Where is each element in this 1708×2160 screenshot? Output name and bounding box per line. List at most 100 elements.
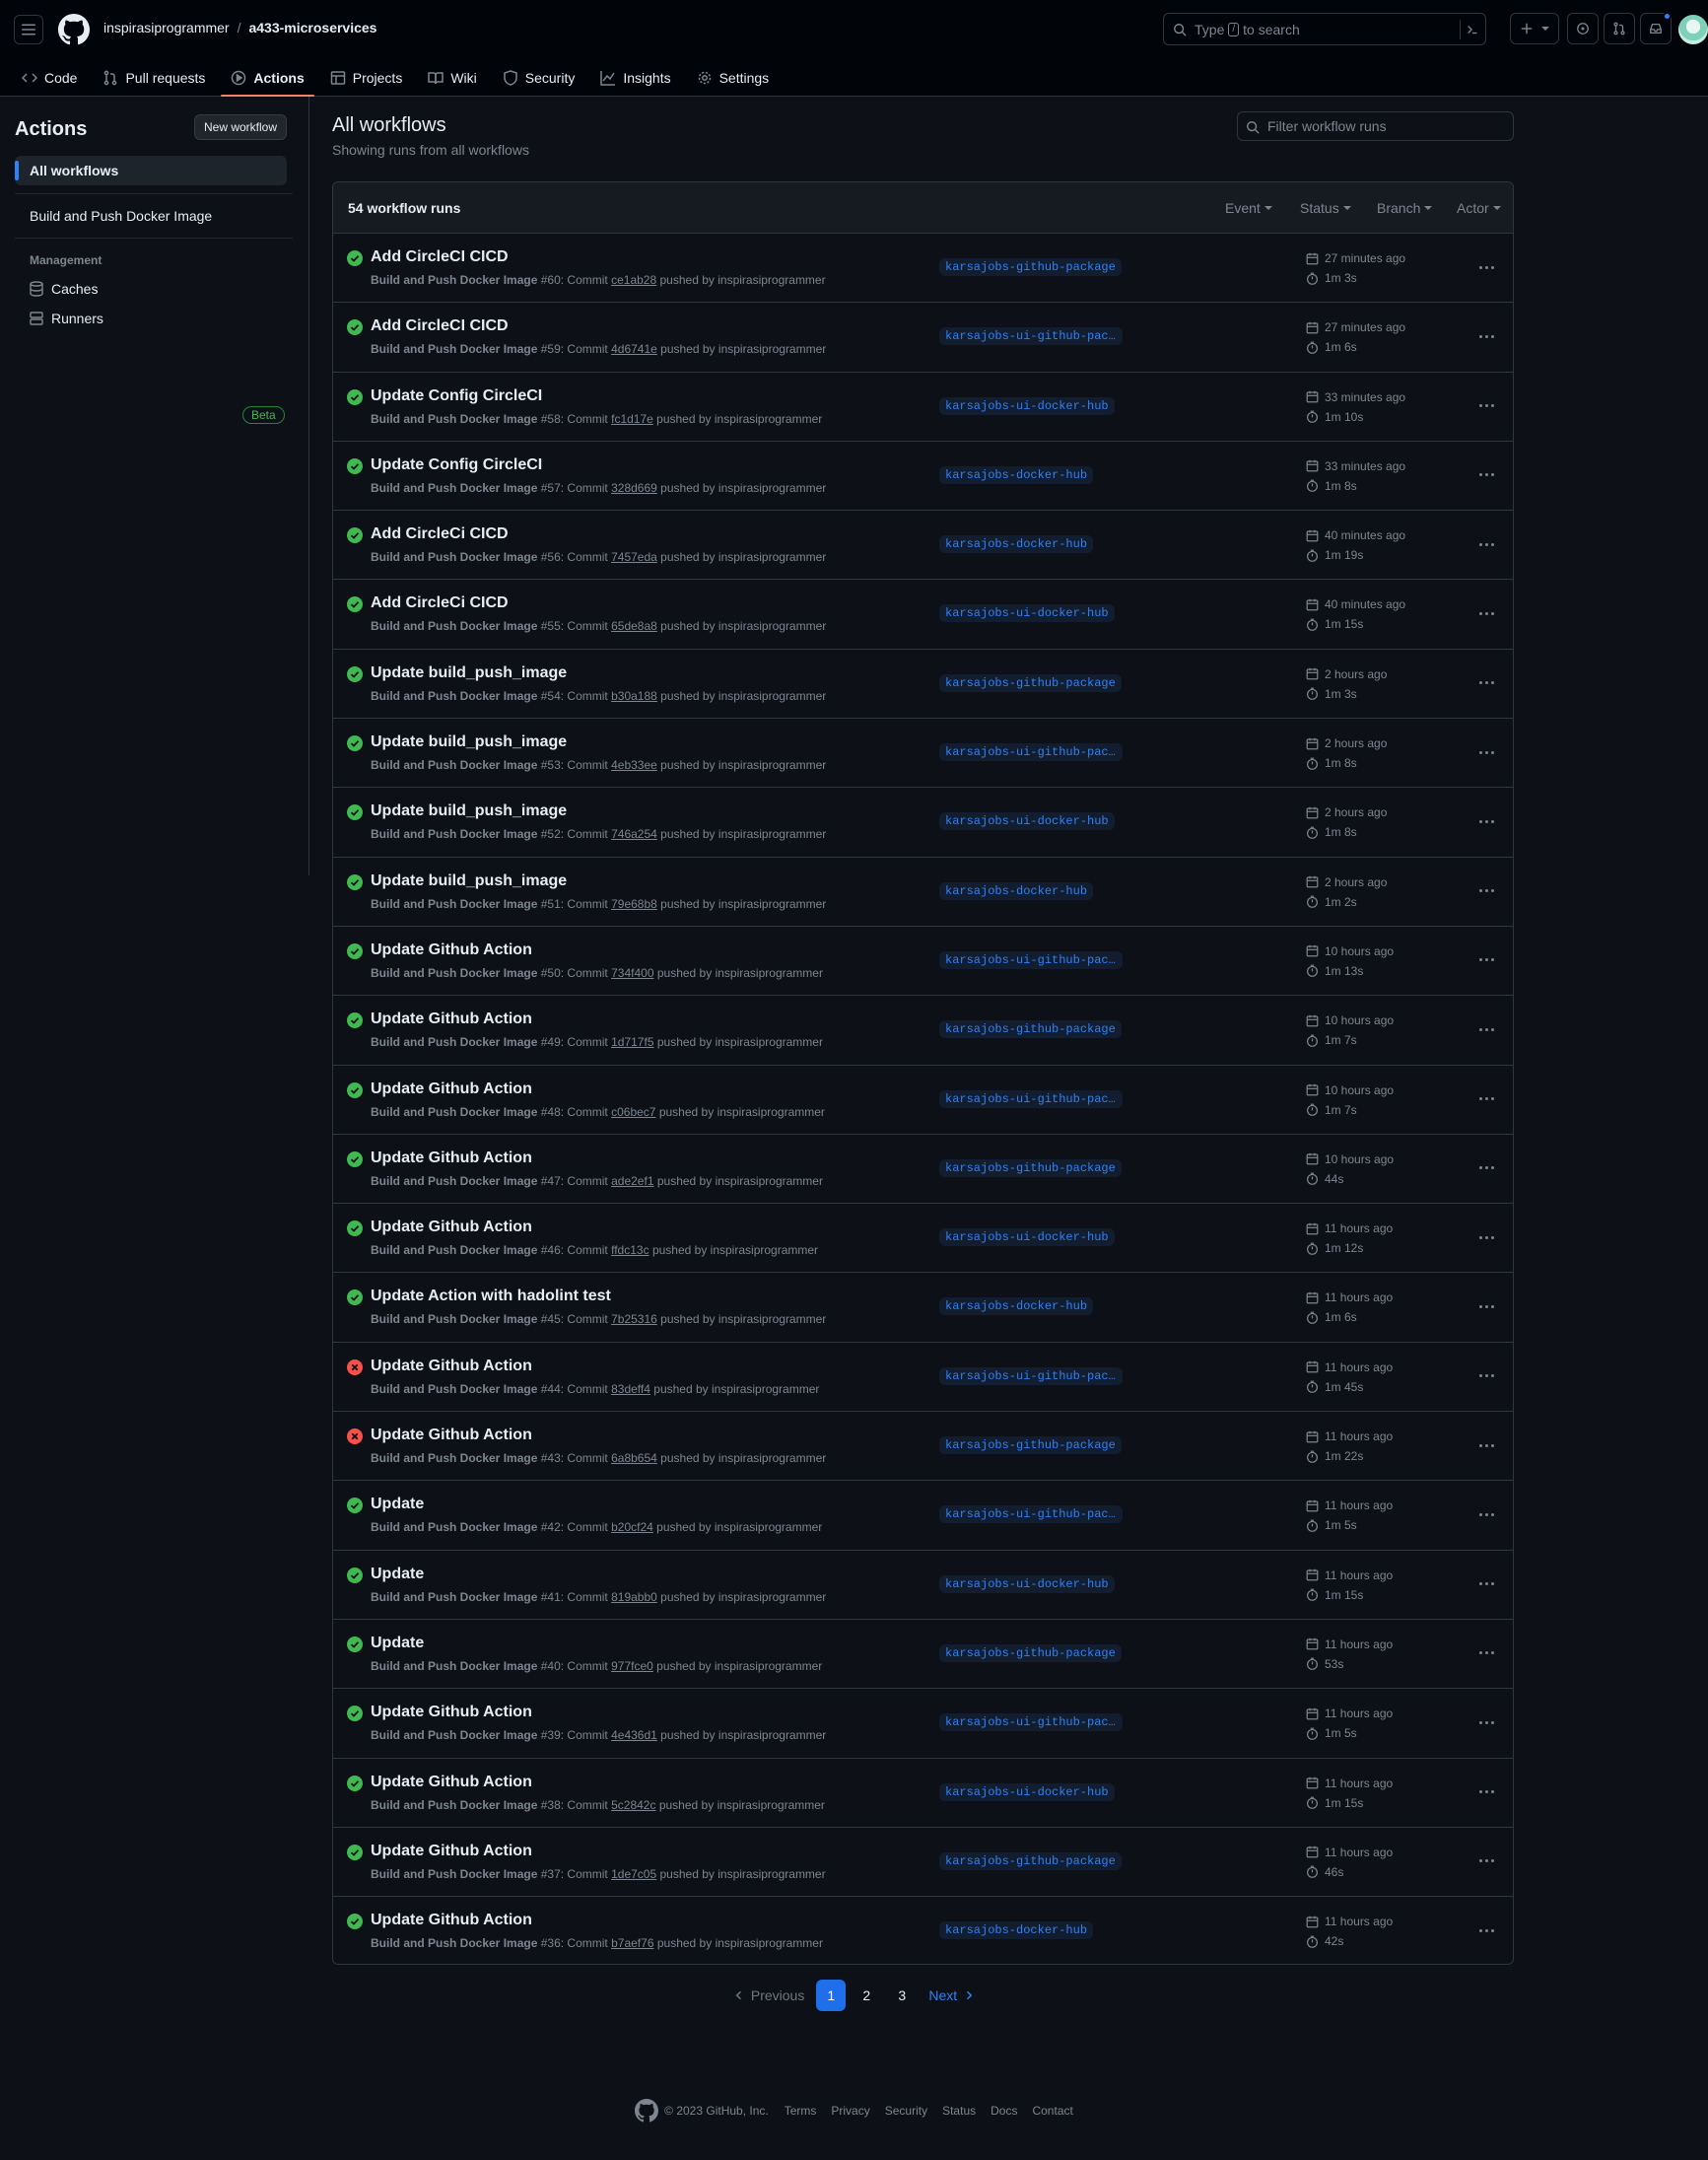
workflow-run-row[interactable]: Update Github Action Build and Push Docke… (333, 1828, 1513, 1898)
footer-link-privacy[interactable]: Privacy (831, 2104, 869, 2118)
run-title[interactable]: Update build_push_image (371, 664, 567, 682)
commit-sha-link[interactable]: ce1ab28 (611, 273, 656, 287)
run-title[interactable]: Add CircleCI CICD (371, 317, 509, 335)
commit-sha-link[interactable]: ffdc13c (611, 1243, 649, 1257)
run-title[interactable]: Update Config CircleCI (371, 387, 542, 405)
commit-sha-link[interactable]: 1de7c05 (611, 1867, 656, 1881)
tab-pull-requests[interactable]: Pull requests (93, 59, 215, 97)
workflow-run-row[interactable]: Update build_push_image Build and Push Do… (333, 650, 1513, 720)
commit-sha-link[interactable]: 5c2842c (611, 1798, 655, 1812)
kebab-menu-icon[interactable] (1476, 603, 1496, 623)
run-actor[interactable]: inspirasiprogrammer (718, 897, 826, 911)
branch-badge[interactable]: karsajobs-docker-hub (939, 535, 1094, 554)
repo-link[interactable]: a433-microservices (248, 20, 376, 35)
command-palette-button[interactable] (1460, 20, 1479, 39)
workflow-run-row[interactable]: Update Github Action Build and Push Docke… (333, 927, 1513, 997)
branch-badge[interactable]: karsajobs-ui-github-packa… (939, 743, 1123, 762)
commit-sha-link[interactable]: ade2ef1 (611, 1174, 653, 1188)
kebab-menu-icon[interactable] (1476, 1296, 1496, 1316)
kebab-menu-icon[interactable] (1476, 1089, 1496, 1109)
run-title[interactable]: Update Github Action (371, 1010, 532, 1028)
workflow-run-row[interactable]: Update Config CircleCI Build and Push Doc… (333, 442, 1513, 512)
workflow-run-row[interactable]: Update Config CircleCI Build and Push Doc… (333, 373, 1513, 442)
commit-sha-link[interactable]: fc1d17e (611, 412, 653, 426)
create-new-button[interactable] (1510, 13, 1559, 44)
run-actor[interactable]: inspirasiprogrammer (716, 1174, 823, 1188)
kebab-menu-icon[interactable] (1476, 1366, 1496, 1386)
commit-sha-link[interactable]: b30a188 (611, 689, 657, 703)
workflow-run-row[interactable]: Update Build and Push Docker Image #42: C… (333, 1481, 1513, 1551)
sidebar-item-workflow[interactable]: Build and Push Docker Image (15, 201, 287, 231)
workflow-run-row[interactable]: Update Github Action Build and Push Docke… (333, 1204, 1513, 1274)
branch-badge[interactable]: karsajobs-ui-github-packa… (939, 1089, 1123, 1108)
branch-badge[interactable]: karsajobs-ui-github-packa… (939, 1366, 1123, 1385)
commit-sha-link[interactable]: b7aef76 (611, 1936, 653, 1950)
branch-badge[interactable]: karsajobs-ui-github-packa… (939, 1713, 1123, 1732)
kebab-menu-icon[interactable] (1476, 396, 1496, 416)
footer-link-docs[interactable]: Docs (991, 2104, 1017, 2118)
commit-sha-link[interactable]: 7b25316 (611, 1312, 657, 1326)
run-actor[interactable]: inspirasiprogrammer (718, 1590, 826, 1604)
footer-link-security[interactable]: Security (885, 2104, 927, 2118)
run-actor[interactable]: inspirasiprogrammer (718, 1312, 826, 1326)
page-2-button[interactable]: 2 (852, 1980, 881, 2011)
run-title[interactable]: Update Github Action (371, 1080, 532, 1098)
kebab-menu-icon[interactable] (1476, 1019, 1496, 1039)
run-title[interactable]: Add CircleCi CICD (371, 525, 509, 543)
tab-insights[interactable]: Insights (590, 59, 680, 97)
kebab-menu-icon[interactable] (1476, 1643, 1496, 1663)
run-actor[interactable]: inspirasiprogrammer (715, 1520, 822, 1534)
kebab-menu-icon[interactable] (1476, 1920, 1496, 1940)
run-title[interactable]: Update (371, 1635, 424, 1652)
github-logo-icon[interactable] (58, 14, 90, 45)
tab-security[interactable]: Security (493, 59, 585, 97)
branch-badge[interactable]: karsajobs-ui-docker-hub (939, 604, 1115, 623)
workflow-run-row[interactable]: Update Github Action Build and Push Docke… (333, 1066, 1513, 1135)
workflow-run-row[interactable]: Update Action with hadolint test Build an… (333, 1273, 1513, 1343)
workflow-run-row[interactable]: Update Build and Push Docker Image #40: C… (333, 1620, 1513, 1690)
run-actor[interactable]: inspirasiprogrammer (715, 1659, 822, 1673)
run-title[interactable]: Update Config CircleCI (371, 456, 542, 474)
run-actor[interactable]: inspirasiprogrammer (716, 1035, 823, 1049)
commit-sha-link[interactable]: 1d717f5 (611, 1035, 653, 1049)
run-actor[interactable]: inspirasiprogrammer (717, 1798, 825, 1812)
tab-code[interactable]: Code (12, 59, 87, 97)
previous-page-button[interactable]: Previous (727, 1980, 810, 2011)
run-actor[interactable]: inspirasiprogrammer (711, 1243, 818, 1257)
branch-filter-dropdown[interactable]: Branch (1377, 200, 1433, 216)
branch-badge[interactable]: karsajobs-ui-github-packa… (939, 1505, 1123, 1524)
run-actor[interactable]: inspirasiprogrammer (718, 550, 826, 564)
issues-button[interactable] (1567, 13, 1599, 44)
search-input[interactable]: Type / to search (1163, 13, 1486, 45)
run-actor[interactable]: inspirasiprogrammer (718, 758, 826, 772)
branch-badge[interactable]: karsajobs-ui-docker-hub (939, 812, 1115, 831)
branch-badge[interactable]: karsajobs-github-package (939, 1851, 1122, 1870)
branch-badge[interactable]: karsajobs-github-package (939, 1020, 1122, 1039)
run-actor[interactable]: inspirasiprogrammer (718, 481, 826, 495)
branch-badge[interactable]: karsajobs-github-package (939, 673, 1122, 692)
commit-sha-link[interactable]: 4eb33ee (611, 758, 657, 772)
workflow-run-row[interactable]: Add CircleCi CICD Build and Push Docker I… (333, 580, 1513, 650)
run-actor[interactable]: inspirasiprogrammer (718, 827, 826, 841)
commit-sha-link[interactable]: 746a254 (611, 827, 657, 841)
commit-sha-link[interactable]: 328d669 (611, 481, 657, 495)
kebab-menu-icon[interactable] (1476, 326, 1496, 346)
sidebar-item-all-workflows[interactable]: All workflows (15, 156, 287, 185)
workflow-run-row[interactable]: Update Github Action Build and Push Docke… (333, 1897, 1513, 1964)
workflow-run-row[interactable]: Add CircleCI CICD Build and Push Docker I… (333, 303, 1513, 373)
commit-sha-link[interactable]: 83deff4 (611, 1382, 650, 1396)
workflow-run-row[interactable]: Update Build and Push Docker Image #41: C… (333, 1551, 1513, 1620)
run-title[interactable]: Update Github Action (371, 1912, 532, 1929)
workflow-run-row[interactable]: Update build_push_image Build and Push Do… (333, 788, 1513, 858)
commit-sha-link[interactable]: 79e68b8 (611, 897, 657, 911)
run-title[interactable]: Update (371, 1496, 424, 1513)
run-title[interactable]: Update build_push_image (371, 733, 567, 751)
branch-badge[interactable]: karsajobs-ui-docker-hub (939, 396, 1115, 415)
kebab-menu-icon[interactable] (1476, 1227, 1496, 1247)
kebab-menu-icon[interactable] (1476, 1782, 1496, 1802)
workflow-run-row[interactable]: Add CircleCI CICD Build and Push Docker I… (333, 234, 1513, 304)
tab-projects[interactable]: Projects (320, 59, 413, 97)
tab-settings[interactable]: Settings (687, 59, 780, 97)
branch-badge[interactable]: karsajobs-docker-hub (939, 1297, 1094, 1316)
kebab-menu-icon[interactable] (1476, 257, 1496, 277)
